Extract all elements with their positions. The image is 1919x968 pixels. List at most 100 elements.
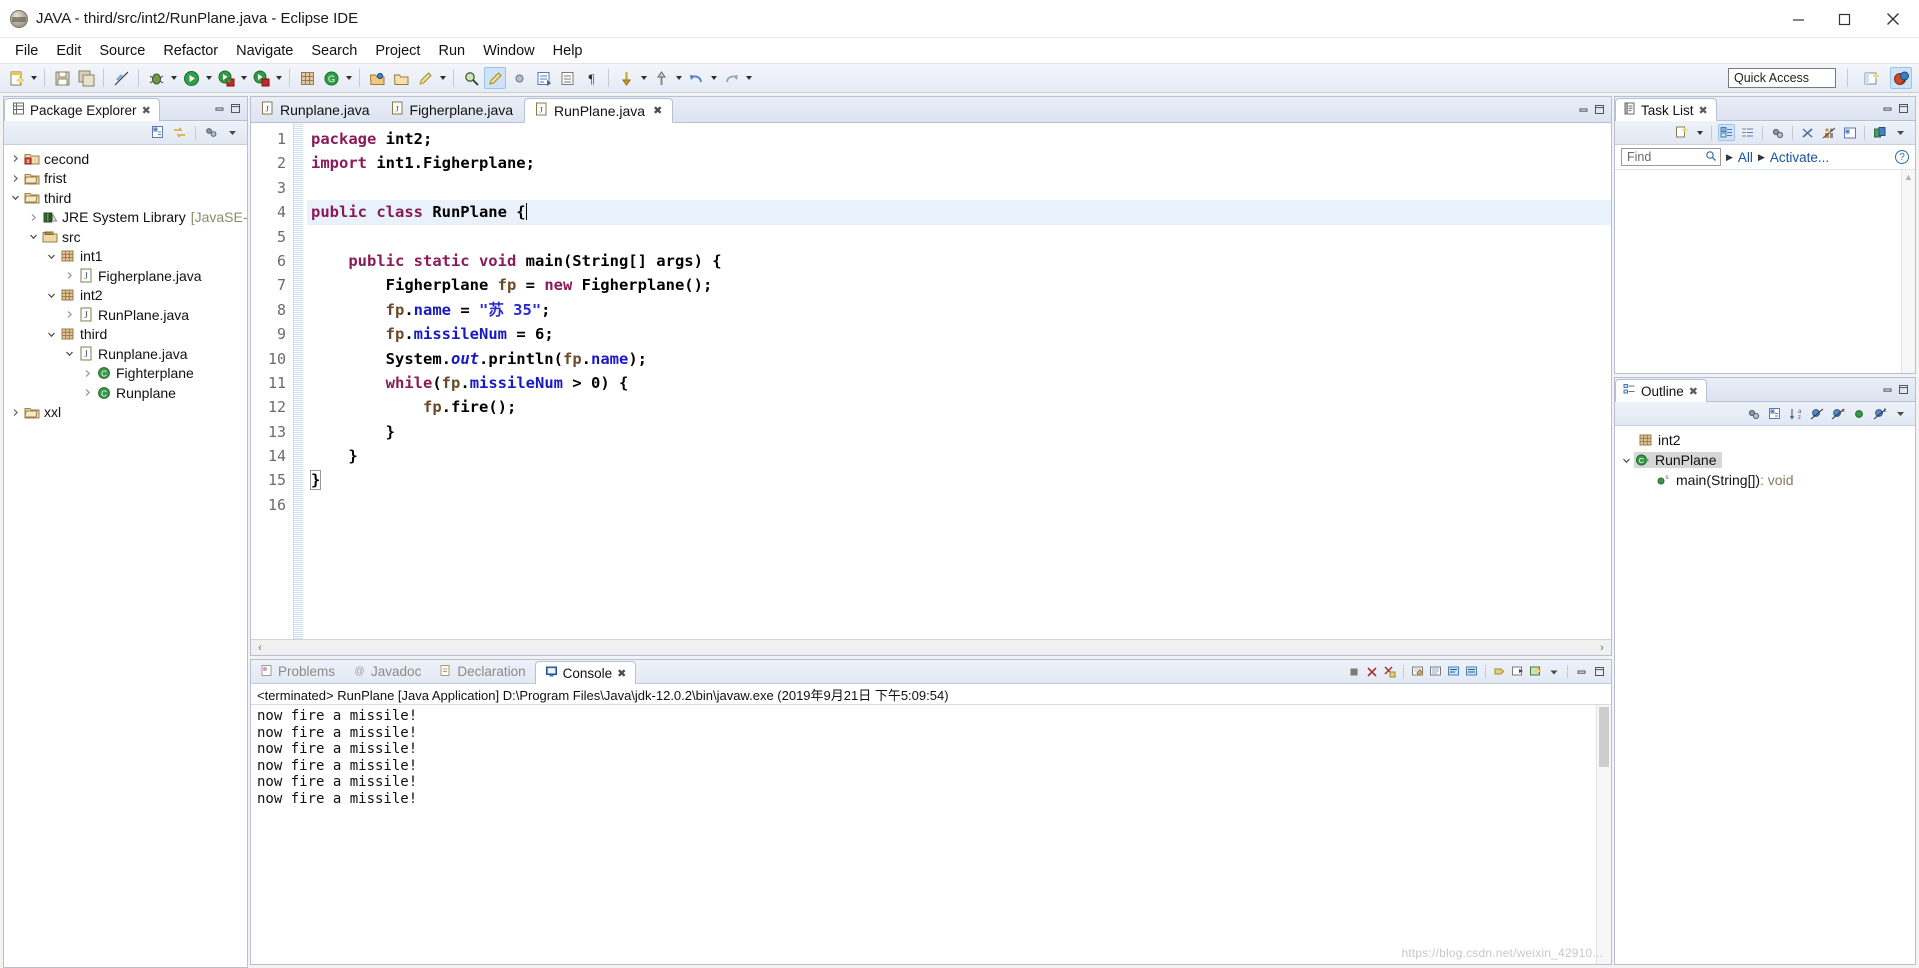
scheduled-presentation-icon[interactable]: [1739, 124, 1756, 141]
tree-item-third-package[interactable]: third: [4, 325, 247, 345]
menu-file[interactable]: File: [6, 41, 47, 61]
coverage-icon[interactable]: [215, 67, 237, 89]
annotate-dropdown-icon[interactable]: [437, 67, 448, 89]
chevron-down-icon[interactable]: [26, 232, 41, 241]
minimize-icon[interactable]: [1881, 102, 1894, 115]
annotation-ruler[interactable]: [293, 123, 307, 639]
chevron-right-icon[interactable]: [62, 271, 77, 280]
hide-local-types-icon[interactable]: L: [1871, 405, 1888, 422]
minimize-icon[interactable]: [1881, 383, 1894, 396]
chevron-down-icon[interactable]: [224, 124, 241, 141]
search-input[interactable]: Find: [1621, 148, 1721, 166]
scrollbar-thumb[interactable]: [1599, 707, 1609, 767]
menu-help[interactable]: Help: [544, 41, 592, 61]
tab-runplane-java-active[interactable]: J RunPlane.java ✖: [524, 98, 674, 123]
tree-item-runplane-java-third[interactable]: J Runplane.java: [4, 344, 247, 364]
tree-item-runplane-class[interactable]: C Runplane: [4, 383, 247, 403]
tab-outline[interactable]: Outline ✖: [1615, 379, 1707, 402]
tree-item-int2[interactable]: int2: [4, 286, 247, 306]
editor-horizontal-scrollbar[interactable]: ‹ ›: [251, 639, 1611, 655]
chevron-right-icon[interactable]: [62, 310, 77, 319]
coverage-dropdown-icon[interactable]: [238, 67, 249, 89]
categorized-presentation-icon[interactable]: [1718, 124, 1735, 141]
next-annotation-icon[interactable]: [532, 67, 554, 89]
menu-run[interactable]: Run: [429, 41, 474, 61]
debug-dropdown-icon[interactable]: [168, 67, 179, 89]
chevron-down-icon[interactable]: [44, 252, 59, 261]
show-console-icon[interactable]: [1465, 665, 1478, 678]
new-wizard-icon[interactable]: [5, 67, 27, 89]
previous-edit-dropdown-icon[interactable]: [638, 67, 649, 89]
open-type-icon[interactable]: [366, 67, 388, 89]
new-wizard-dropdown-icon[interactable]: [28, 67, 39, 89]
next-edit-icon[interactable]: [650, 67, 672, 89]
scroll-right-icon[interactable]: ›: [1595, 642, 1609, 654]
close-icon[interactable]: ✖: [1689, 385, 1698, 398]
display-selected-console-icon[interactable]: [1511, 665, 1524, 678]
chevron-down-icon[interactable]: [1547, 665, 1560, 678]
tab-package-explorer[interactable]: Package Explorer ✖: [4, 98, 160, 121]
new-package-icon[interactable]: G: [320, 67, 342, 89]
previous-edit-icon[interactable]: [615, 67, 637, 89]
new-package-dropdown-icon[interactable]: [343, 67, 354, 89]
chevron-down-icon[interactable]: [8, 193, 23, 202]
collapse-all-icon[interactable]: [1799, 124, 1816, 141]
filter-expand-icon[interactable]: ▶: [1726, 152, 1733, 163]
save-all-icon[interactable]: [75, 67, 97, 89]
outline-item-main-method[interactable]: s main(String[]) : void: [1615, 470, 1915, 490]
tab-figherplane-java[interactable]: J Figherplane.java: [381, 97, 525, 122]
source-code-area[interactable]: package int2; import int1.Figherplane; p…: [307, 123, 1611, 639]
chevron-right-icon[interactable]: [8, 408, 23, 417]
new-java-project-icon[interactable]: [296, 67, 318, 89]
tab-problems[interactable]: Problems: [251, 660, 344, 683]
chevron-down-icon[interactable]: [1892, 405, 1909, 422]
menu-source[interactable]: Source: [90, 41, 154, 61]
forward-dropdown-icon[interactable]: [743, 67, 754, 89]
java-perspective-icon[interactable]: [484, 67, 506, 89]
new-task-dropdown-icon[interactable]: [1694, 125, 1705, 140]
tab-javadoc[interactable]: @ Javadoc: [344, 660, 430, 683]
close-button[interactable]: [1867, 0, 1919, 38]
maximize-icon[interactable]: [1593, 103, 1606, 116]
link-with-editor-icon[interactable]: [171, 124, 188, 141]
chevron-down-icon[interactable]: [44, 330, 59, 339]
menu-window[interactable]: Window: [474, 41, 544, 61]
save-icon[interactable]: [51, 67, 73, 89]
chevron-down-icon[interactable]: [1619, 456, 1634, 465]
menu-refactor[interactable]: Refactor: [154, 41, 227, 61]
pin-console-icon[interactable]: [1493, 665, 1506, 678]
forward-icon[interactable]: [720, 67, 742, 89]
search-icon[interactable]: [460, 67, 482, 89]
next-edit-dropdown-icon[interactable]: [673, 67, 684, 89]
clear-console-icon[interactable]: [1411, 665, 1424, 678]
tree-item-src[interactable]: src: [4, 227, 247, 247]
search-icon[interactable]: [1705, 150, 1717, 165]
minimize-icon[interactable]: [1577, 103, 1590, 116]
external-tools-dropdown-icon[interactable]: [273, 67, 284, 89]
back-dropdown-icon[interactable]: [708, 67, 719, 89]
chevron-right-icon[interactable]: [8, 174, 23, 183]
scroll-up-icon[interactable]: ▲: [1902, 170, 1915, 182]
scroll-lock-icon[interactable]: [1429, 665, 1442, 678]
pilcrow-icon[interactable]: ¶: [580, 67, 602, 89]
hide-non-public-icon[interactable]: [1850, 405, 1867, 422]
open-perspective-icon[interactable]: [1860, 67, 1882, 89]
tree-item-figherplane-java[interactable]: J Figherplane.java: [4, 266, 247, 286]
chevron-down-icon[interactable]: [1892, 124, 1909, 141]
tab-runplane-java-lower[interactable]: J Runplane.java: [251, 97, 381, 122]
quick-access-input[interactable]: Quick Access: [1728, 68, 1836, 88]
tab-task-list[interactable]: Task List ✖: [1615, 98, 1717, 121]
tab-console[interactable]: Console ✖: [534, 661, 637, 684]
restore-tasks-icon[interactable]: [1841, 124, 1858, 141]
chevron-right-icon[interactable]: [80, 369, 95, 378]
run-dropdown-icon[interactable]: [203, 67, 214, 89]
close-icon[interactable]: ✖: [142, 104, 151, 117]
console-output-area[interactable]: now fire a missile! now fire a missile! …: [251, 705, 1611, 964]
activate-expand-icon[interactable]: ▶: [1758, 152, 1765, 163]
minimize-button[interactable]: [1775, 0, 1821, 38]
marker-icon[interactable]: [508, 67, 530, 89]
outline-item-runplane[interactable]: C RunPlane: [1615, 450, 1915, 470]
chevron-right-icon[interactable]: [26, 213, 41, 222]
external-tools-icon[interactable]: [250, 67, 272, 89]
tree-item-cecond[interactable]: x cecond: [4, 149, 247, 169]
